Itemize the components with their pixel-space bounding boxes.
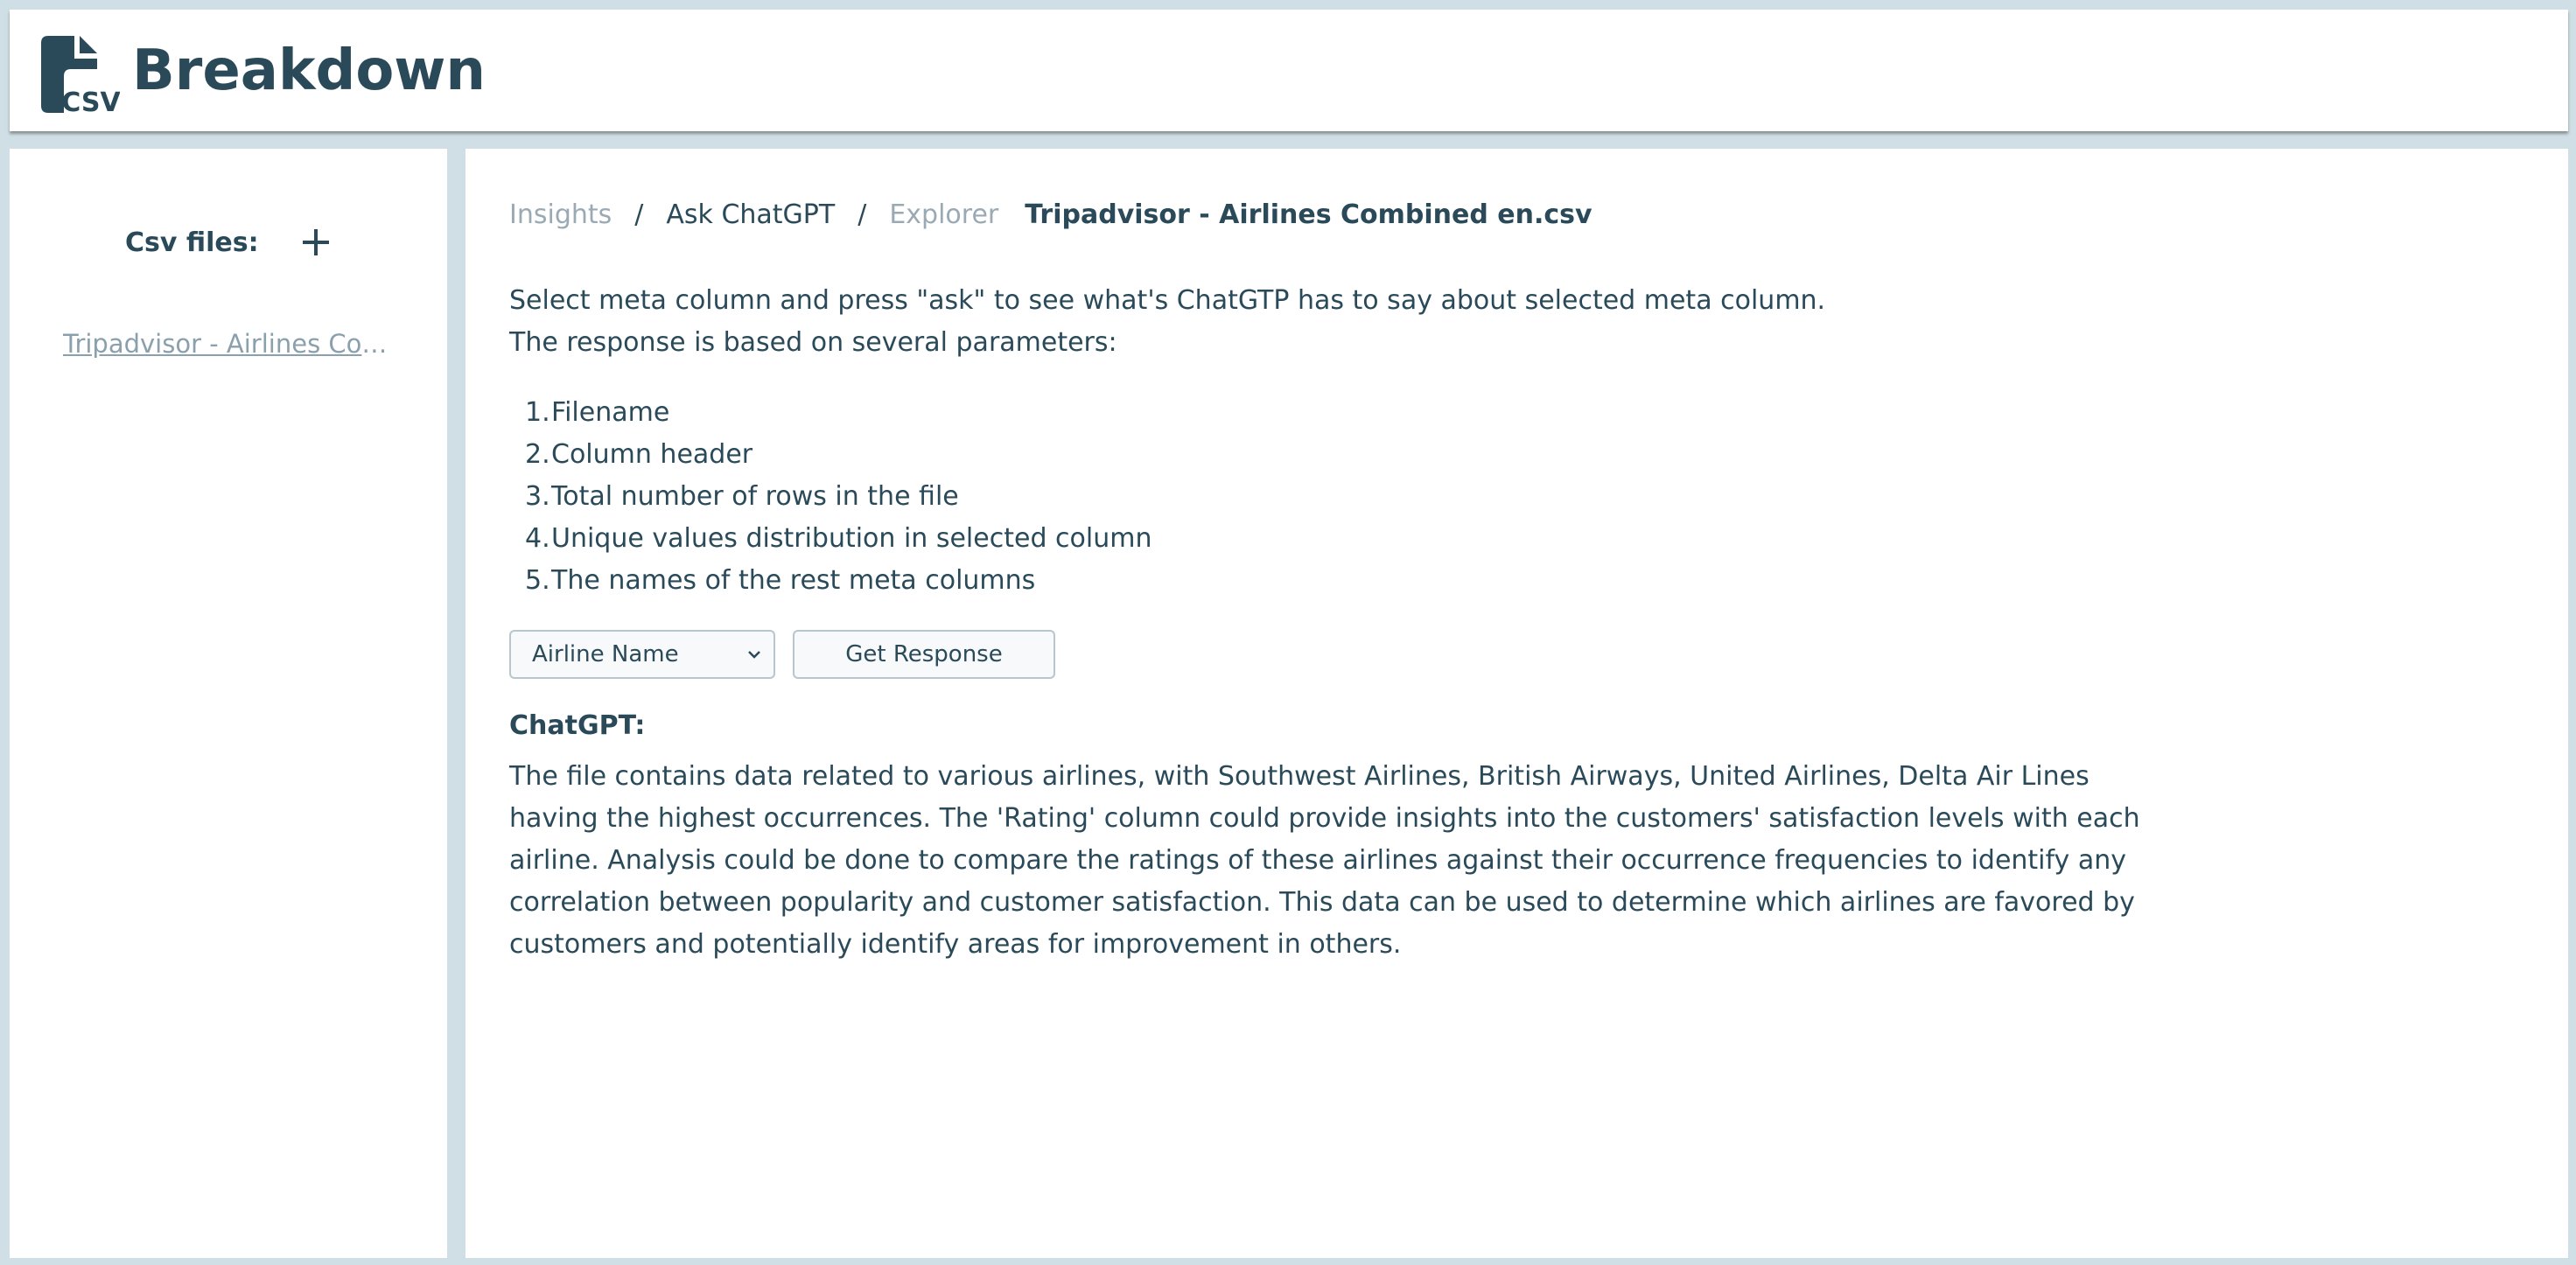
- list-text: Column header: [551, 439, 753, 470]
- list-text: Total number of rows in the file: [551, 481, 959, 512]
- controls-row: Airline Name Get Response: [509, 630, 1055, 679]
- intro-line-1: Select meta column and press "ask" to se…: [509, 285, 1826, 316]
- breadcrumb: Insights / Ask ChatGPT / Explorer Tripad…: [509, 199, 1592, 230]
- list-text: Filename: [551, 397, 670, 428]
- breadcrumb-separator: /: [634, 199, 644, 230]
- csv-file-icon[interactable]: CSV: [36, 32, 120, 116]
- brand-title: Breakdown: [132, 38, 486, 103]
- list-item: 1.Filename: [525, 392, 1152, 434]
- plus-icon[interactable]: [297, 222, 335, 261]
- main-panel: Insights / Ask ChatGPT / Explorer Tripad…: [466, 149, 2568, 1258]
- sidebar-title: Csv files:: [125, 227, 259, 258]
- get-response-button[interactable]: Get Response: [793, 630, 1055, 679]
- response-text: The file contains data related to variou…: [509, 761, 2140, 960]
- select-value: Airline Name: [532, 641, 679, 667]
- list-number: 5.: [525, 565, 550, 596]
- list-number: 4.: [525, 523, 550, 554]
- parameters-list: 1.Filename 2.Column header 3.Total numbe…: [525, 392, 1152, 602]
- breadcrumb-separator: /: [858, 199, 867, 230]
- sidebar-file-link[interactable]: Tripadvisor - Airlines Combined en.csv: [63, 329, 401, 359]
- sidebar-header: Csv files:: [125, 227, 329, 258]
- sidebar: Csv files: Tripadvisor - Airlines Combin…: [10, 149, 447, 1258]
- breadcrumb-insights[interactable]: Insights: [509, 199, 612, 230]
- breadcrumb-explorer[interactable]: Explorer: [889, 199, 998, 230]
- list-number: 2.: [525, 439, 550, 470]
- breadcrumb-ask-chatgpt[interactable]: Ask ChatGPT: [666, 199, 835, 230]
- list-item: 5.The names of the rest meta columns: [525, 560, 1152, 602]
- logo-text: CSV: [61, 87, 120, 116]
- meta-column-select[interactable]: Airline Name: [509, 630, 775, 679]
- response-label: ChatGPT:: [509, 710, 646, 741]
- intro-text: Select meta column and press "ask" to se…: [509, 280, 1825, 364]
- chevron-down-icon: [748, 651, 760, 659]
- intro-line-2: The response is based on several paramet…: [509, 327, 1117, 358]
- breadcrumb-current-file: Tripadvisor - Airlines Combined en.csv: [1025, 199, 1592, 230]
- list-item: 2.Column header: [525, 434, 1152, 476]
- list-number: 3.: [525, 481, 550, 512]
- list-item: 4.Unique values distribution in selected…: [525, 518, 1152, 560]
- list-text: The names of the rest meta columns: [551, 565, 1036, 596]
- list-text: Unique values distribution in selected c…: [551, 523, 1152, 554]
- list-number: 1.: [525, 397, 550, 428]
- list-item: 3.Total number of rows in the file: [525, 476, 1152, 518]
- app-header: CSV Breakdown: [10, 10, 2568, 131]
